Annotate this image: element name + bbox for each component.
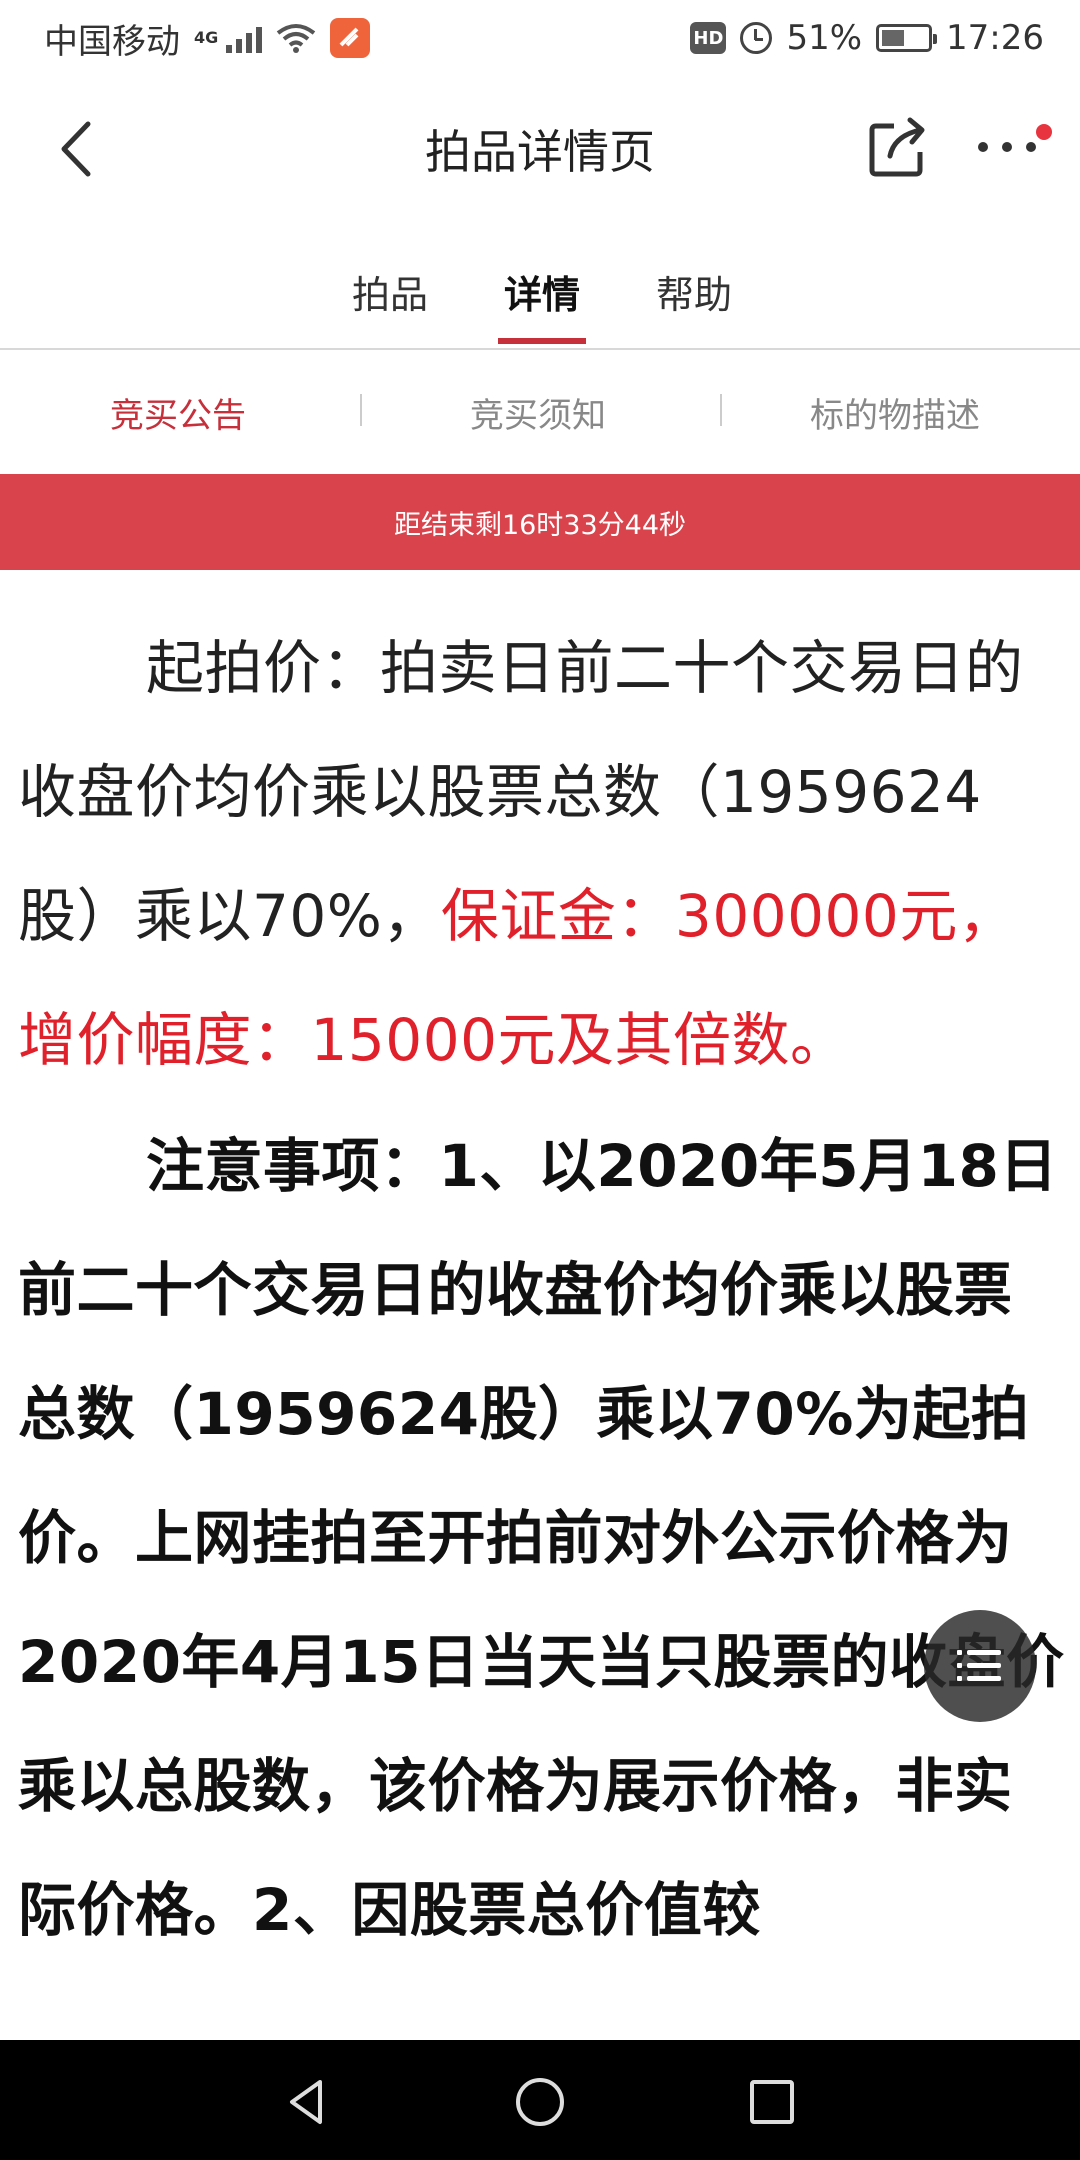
wifi-icon [277,24,316,53]
recents-square-icon[interactable] [744,2074,800,2130]
tab-details[interactable]: 详情 [504,264,580,319]
battery-fill [882,30,905,46]
app-header: 拍品详情页 [0,76,1080,216]
home-circle-icon[interactable] [512,2074,568,2130]
more-dots-icon[interactable] [972,124,1052,176]
subtab-item-description[interactable]: 标的物描述 [810,388,980,437]
subtab-divider [360,394,362,426]
floating-menu-button[interactable] [924,1610,1036,1722]
notice-paragraph: 注意事项：1、以2020年5月18日前二十个交易日的收盘价均价乘以股票总数（19… [18,1132,1065,1944]
app-notification-icon [330,18,371,58]
tab-help[interactable]: 帮助 [656,264,732,319]
subtab-bidding-rules[interactable]: 竞买须知 [470,388,606,437]
carrier-label: 中国移动 [44,21,180,62]
hd-icon: HD [690,22,727,54]
status-right: HD 51% 17:26 [690,18,1044,58]
clock: 17:26 [946,18,1044,58]
share-icon[interactable] [864,112,934,182]
sub-tabs: 竞买公告 竞买须知 标的物描述 [0,352,1080,474]
countdown-banner: 距结束剩16时33分44秒 [0,474,1080,570]
notification-dot [1036,124,1052,140]
starting-price-paragraph: 起拍价：拍卖日前二十个交易日的收盘价均价乘以股票总数（1959624股）乘以70… [18,606,1068,1102]
main-tabs: 拍品 详情 帮助 [0,216,1080,350]
status-left: 中国移动 4G [44,14,371,63]
active-tab-indicator [498,338,586,344]
status-bar: 中国移动 4G HD 51% 17:26 [0,0,1080,76]
tab-item[interactable]: 拍品 [352,264,428,319]
battery-percent: 51% [786,18,863,58]
system-nav-bar [0,2040,1080,2160]
back-triangle-icon[interactable] [280,2074,336,2130]
subtab-divider [720,394,722,426]
subtab-auction-notice[interactable]: 竞买公告 [110,388,246,437]
network-type-label: 4G [194,27,219,47]
dots-group [978,142,1036,152]
battery-icon [876,24,938,52]
menu-list-icon [957,1646,1003,1686]
signal-icon [226,23,263,53]
alarm-icon [740,22,773,54]
announcement-content: 起拍价：拍卖日前二十个交易日的收盘价均价乘以股票总数（1959624股）乘以70… [18,606,1068,1972]
